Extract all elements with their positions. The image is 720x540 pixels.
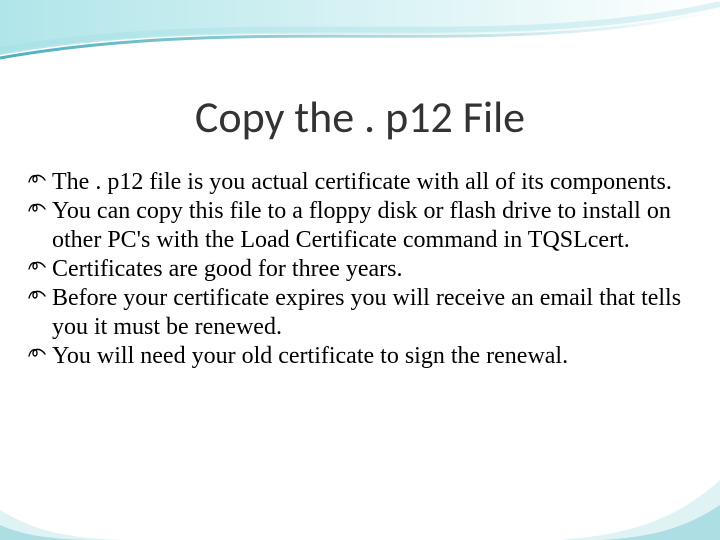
list-item-text: You can copy this file to a floppy disk … [52,198,671,252]
bullet-glyph-icon [28,257,46,277]
bullet-glyph-icon [28,170,46,190]
list-item-text: You will need your old certificate to si… [52,343,568,369]
slide: Copy the . p12 File The . p12 file is yo… [0,0,720,540]
list-item-text: Certificates are good for three years. [52,256,403,282]
list-item-text: The . p12 file is you actual certificate… [52,169,672,195]
decorative-corner-left [0,480,120,540]
list-item-text: Before your certificate expires you will… [52,285,681,339]
list-item: The . p12 file is you actual certificate… [28,168,692,196]
list-item: You can copy this file to a floppy disk … [28,197,692,254]
slide-body: The . p12 file is you actual certificate… [28,168,692,371]
list-item: Certificates are good for three years. [28,255,692,283]
bullet-glyph-icon [28,199,46,219]
slide-title: Copy the . p12 File [0,90,720,144]
list-item: Before your certificate expires you will… [28,284,692,341]
bullet-glyph-icon [28,286,46,306]
bullet-glyph-icon [28,344,46,364]
decorative-corner-right [560,460,720,540]
list-item: You will need your old certificate to si… [28,342,692,370]
